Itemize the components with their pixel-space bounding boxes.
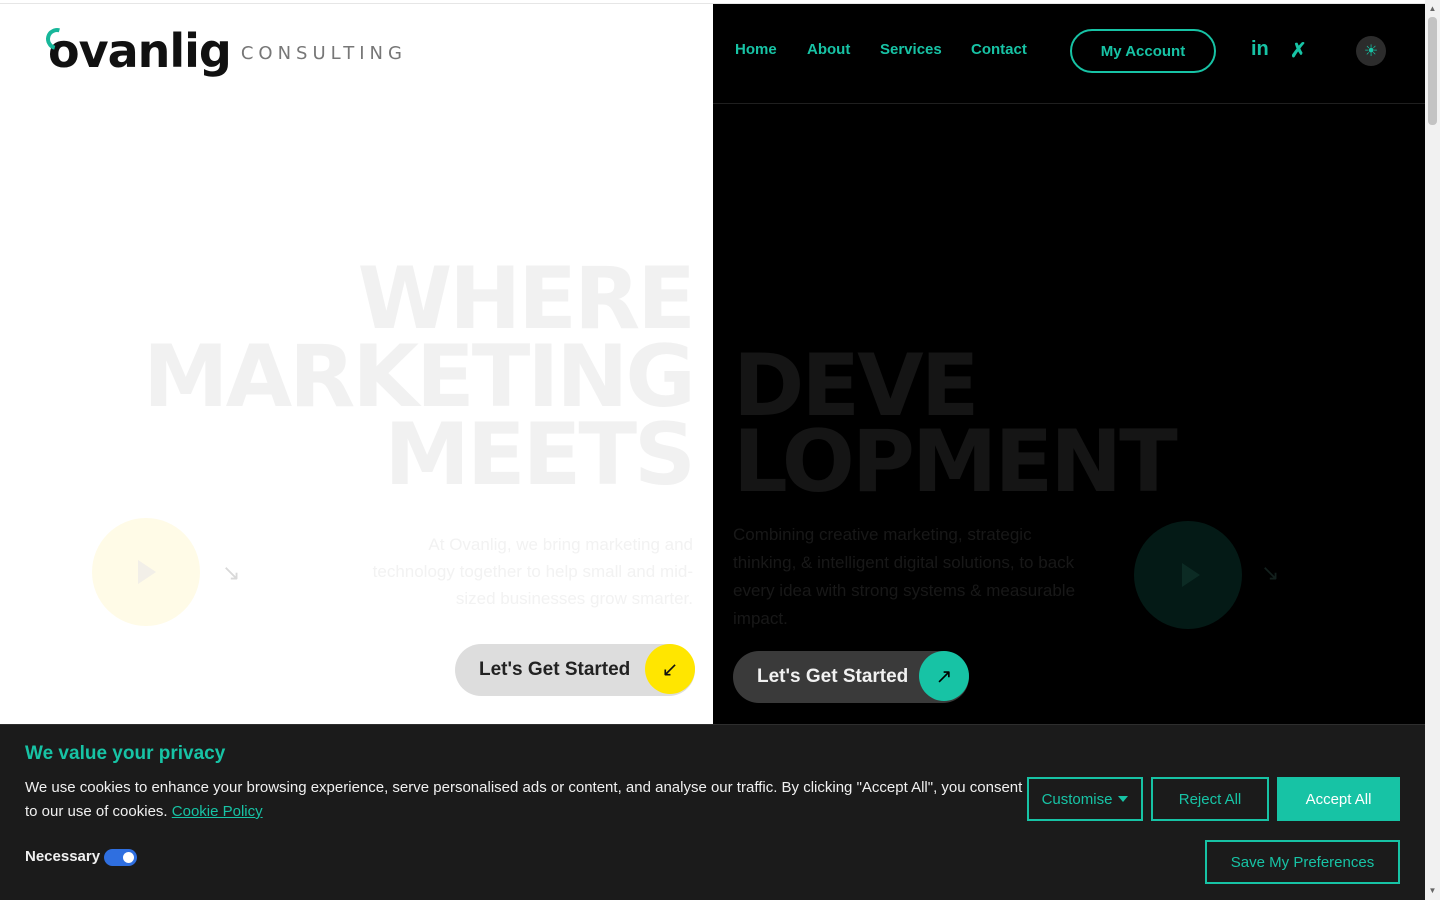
logo[interactable]: ovanlig CONSULTING xyxy=(41,23,407,74)
get-started-button-right[interactable]: Let's Get Started ↗ xyxy=(733,651,969,703)
cookie-title: We value your privacy xyxy=(25,743,226,764)
sun-icon: ☀ xyxy=(1363,43,1379,60)
customise-label: Customise xyxy=(1041,790,1113,808)
play-icon xyxy=(1182,563,1200,587)
hero-left-line: MEETS xyxy=(384,405,696,505)
nav-contact[interactable]: Contact xyxy=(971,41,1027,58)
hero-left-pane: ovanlig CONSULTING WHERE MARKETING MEETS… xyxy=(0,4,713,724)
save-preferences-button[interactable]: Save My Preferences xyxy=(1205,840,1400,884)
toggle-knob xyxy=(123,852,134,863)
caret-down-icon xyxy=(1118,796,1129,802)
necessary-toggle[interactable] xyxy=(104,849,137,866)
arrow-down-left-icon: ↙ xyxy=(645,644,695,694)
hero-right-pane: Home About Services Contact My Account i… xyxy=(713,4,1425,724)
get-started-button-left[interactable]: Let's Get Started ↙ xyxy=(455,644,695,696)
scroll-thumb[interactable] xyxy=(1428,17,1437,125)
page-scrollbar[interactable]: ▲ ▼ xyxy=(1425,0,1440,900)
necessary-label: Necessary xyxy=(25,848,101,865)
cta-label: Let's Get Started xyxy=(479,659,631,680)
customise-button[interactable]: Customise xyxy=(1027,777,1143,821)
theme-toggle-button[interactable]: ☀ xyxy=(1356,36,1386,66)
nav-services[interactable]: Services xyxy=(880,41,942,58)
nav-about[interactable]: About xyxy=(807,41,850,58)
play-video-button-right[interactable] xyxy=(1134,521,1242,629)
logo-wordmark: ovanlig xyxy=(41,23,232,74)
hero-right-line: LOPMENT xyxy=(733,412,1178,512)
cookie-policy-link[interactable]: Cookie Policy xyxy=(172,803,263,820)
play-video-button-left[interactable] xyxy=(92,518,200,626)
play-icon xyxy=(138,560,156,584)
linkedin-icon[interactable]: in xyxy=(1251,38,1269,61)
arrow-down-right-icon: ↘ xyxy=(1261,560,1280,585)
main-nav: Home About Services Contact My Account i… xyxy=(713,4,1425,104)
scroll-down-arrow-icon[interactable]: ▼ xyxy=(1425,884,1440,898)
cookie-text: We use cookies to enhance your browsing … xyxy=(25,776,1025,824)
cta-label: Let's Get Started xyxy=(757,666,909,687)
arrow-down-right-icon: ↘ xyxy=(222,560,241,585)
nav-home[interactable]: Home xyxy=(735,41,777,58)
hero-right-description: Combining creative marketing, strategic … xyxy=(733,525,1076,628)
xing-icon[interactable]: ✗ xyxy=(1290,38,1307,63)
hero-left-description: At Ovanlig, we bring marketing and techn… xyxy=(372,535,693,608)
logo-name: ovanlig xyxy=(48,24,232,78)
hero-right-headline: DEVE LOPMENT xyxy=(733,343,1178,512)
scroll-up-arrow-icon[interactable]: ▲ xyxy=(1425,2,1440,16)
accept-all-button[interactable]: Accept All xyxy=(1277,777,1400,821)
logo-tagline: CONSULTING xyxy=(240,43,407,64)
arrow-up-right-icon: ↗ xyxy=(919,651,969,701)
hero-left-headline: WHERE MARKETING MEETS xyxy=(143,256,696,505)
reject-all-button[interactable]: Reject All xyxy=(1151,777,1269,821)
my-account-button[interactable]: My Account xyxy=(1070,29,1216,73)
cookie-banner: We value your privacy We use cookies to … xyxy=(0,724,1425,900)
